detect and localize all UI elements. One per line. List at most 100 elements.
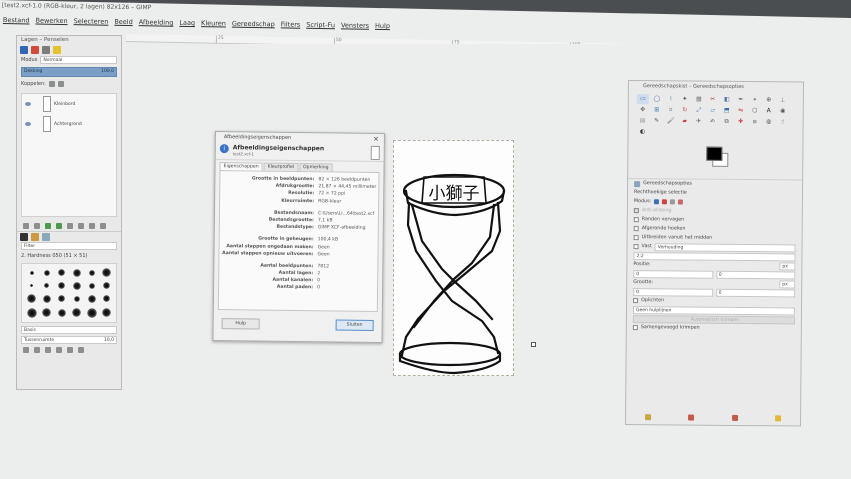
- blur-icon[interactable]: ◍: [763, 117, 775, 127]
- measure-icon[interactable]: ⟂: [777, 95, 789, 105]
- brush-preset-icon[interactable]: [58, 282, 65, 290]
- option-checkbox[interactable]: [633, 217, 639, 223]
- brush-preset-icon[interactable]: [42, 308, 51, 318]
- menu-filters[interactable]: Filters: [281, 20, 301, 32]
- free-select-icon[interactable]: ⌇: [665, 94, 677, 104]
- mode-add-icon[interactable]: [662, 199, 668, 205]
- size-w-input[interactable]: 0: [633, 287, 713, 297]
- brush-preset-icon[interactable]: [73, 295, 80, 302]
- scissors-icon[interactable]: ✂: [707, 95, 719, 105]
- brush-preset-icon[interactable]: [72, 281, 81, 290]
- ink-icon[interactable]: ✍: [707, 117, 719, 127]
- mode-replace-icon[interactable]: [654, 199, 660, 205]
- brush-preset-icon[interactable]: [72, 268, 81, 277]
- menu-laag[interactable]: Laag: [179, 19, 195, 31]
- shrink-merged-checkbox[interactable]: [632, 325, 638, 331]
- new-group-icon[interactable]: [34, 223, 40, 229]
- size-unit[interactable]: px: [779, 279, 796, 288]
- menu-bestand[interactable]: Bestand: [3, 16, 30, 28]
- close-button[interactable]: Sluiten: [335, 319, 374, 331]
- move-icon[interactable]: ✥: [637, 105, 649, 115]
- paths-icon[interactable]: ✒: [735, 95, 747, 105]
- brush-preset-icon[interactable]: [103, 295, 110, 303]
- mode-select[interactable]: Normaal: [40, 56, 117, 64]
- zoom-icon[interactable]: ⊕: [763, 95, 775, 105]
- channels-tab-icon[interactable]: [31, 46, 39, 54]
- duplicate-layer-icon[interactable]: [67, 223, 73, 229]
- layer-row[interactable]: Kleinbord: [22, 94, 116, 114]
- layer-row[interactable]: Achtergrond: [22, 114, 116, 134]
- brush-preset-icon[interactable]: [57, 308, 66, 317]
- menu-hulp[interactable]: Hulp: [375, 22, 390, 34]
- opacity-slider[interactable]: Dekking 100,0: [21, 67, 117, 77]
- brush-preset-icon[interactable]: [103, 282, 110, 290]
- rect-select-icon[interactable]: ▭: [636, 94, 649, 105]
- shear-icon[interactable]: ▱: [707, 106, 719, 116]
- option-checkbox[interactable]: [633, 208, 639, 214]
- foreground-select-icon[interactable]: ◧: [721, 95, 733, 105]
- menu-afbeelding[interactable]: Afbeelding: [139, 18, 174, 31]
- refresh-brushes-icon[interactable]: [67, 347, 73, 353]
- menu-selecteren[interactable]: Selecteren: [74, 17, 109, 30]
- smudge-icon[interactable]: ☝: [777, 117, 789, 127]
- patterns-tab-icon[interactable]: [31, 232, 39, 241]
- brush-preset-icon[interactable]: [29, 270, 34, 275]
- position-x-input[interactable]: 0: [633, 269, 713, 279]
- brush-preset-select[interactable]: Basis: [21, 326, 117, 334]
- menu-vensters[interactable]: Vensters: [341, 21, 369, 33]
- position-y-input[interactable]: 0: [715, 270, 796, 279]
- brush-preset-icon[interactable]: [27, 294, 36, 304]
- ellipse-select-icon[interactable]: ◯: [651, 94, 663, 104]
- tool-options-tab[interactable]: Gereedschapsopties: [643, 181, 692, 186]
- image-canvas[interactable]: 小獅子: [393, 140, 514, 376]
- mask-layer-icon[interactable]: [89, 223, 95, 229]
- brush-preset-icon[interactable]: [102, 268, 111, 278]
- text-icon[interactable]: A: [763, 106, 775, 116]
- perspective-clone-icon[interactable]: ⧈: [749, 117, 761, 127]
- highlight-checkbox[interactable]: [633, 298, 639, 304]
- align-icon[interactable]: ⊞: [651, 105, 663, 115]
- new-layer-icon[interactable]: [23, 223, 29, 229]
- flip-icon[interactable]: ⇋: [735, 106, 747, 116]
- brush-preset-icon[interactable]: [30, 284, 33, 288]
- option-checkbox[interactable]: [633, 235, 639, 241]
- menu-kleuren[interactable]: Kleuren: [201, 19, 226, 31]
- brush-filter-input[interactable]: Filter: [21, 242, 117, 250]
- fixed-checkbox[interactable]: [633, 244, 639, 250]
- dodge-burn-icon[interactable]: ◐: [637, 127, 649, 137]
- restore-options-icon[interactable]: [688, 414, 695, 421]
- autoshrink-button[interactable]: Automatisch krimpen: [632, 314, 795, 324]
- layers-tab-icon[interactable]: [20, 46, 28, 54]
- perspective-icon[interactable]: ⬒: [721, 106, 733, 116]
- tab-properties[interactable]: Eigenschappen: [219, 162, 263, 171]
- brush-preset-icon[interactable]: [44, 283, 49, 289]
- lock-pixels-icon[interactable]: [48, 81, 55, 87]
- color-select-icon[interactable]: ▦: [693, 95, 705, 105]
- position-unit[interactable]: px: [779, 261, 796, 270]
- brush-preset-icon[interactable]: [102, 308, 111, 318]
- mode-intersect-icon[interactable]: [678, 199, 684, 205]
- fonts-tab-icon[interactable]: [42, 232, 50, 241]
- brush-menu-icon[interactable]: [78, 347, 84, 353]
- size-h-input[interactable]: 0: [715, 288, 796, 297]
- brush-preset-icon[interactable]: [88, 269, 95, 276]
- brush-preset-icon[interactable]: [88, 282, 95, 289]
- mode-subtract-icon[interactable]: [670, 199, 676, 205]
- airbrush-icon[interactable]: ✈: [693, 117, 705, 127]
- paintbrush-icon[interactable]: 🖌: [665, 116, 677, 126]
- bucket-fill-icon[interactable]: ◉: [777, 106, 789, 116]
- rotate-icon[interactable]: ↻: [679, 105, 691, 115]
- menu-gereedschap[interactable]: Gereedschap: [232, 20, 275, 33]
- delete-layer-icon[interactable]: [100, 223, 106, 229]
- raise-layer-icon[interactable]: [45, 223, 51, 229]
- menu-script-fu[interactable]: Script-Fu: [306, 21, 335, 33]
- undo-tab-icon[interactable]: [53, 46, 61, 54]
- tab-comment[interactable]: Opmerking: [299, 163, 333, 172]
- paths-tab-icon[interactable]: [42, 46, 50, 54]
- scale-icon[interactable]: ⤢: [693, 106, 705, 116]
- tool-options-tab-icon[interactable]: [634, 180, 641, 187]
- edit-brush-icon[interactable]: [23, 347, 29, 353]
- clone-icon[interactable]: ⧉: [721, 117, 733, 127]
- brush-preset-icon[interactable]: [58, 295, 65, 303]
- heal-icon[interactable]: ✚: [735, 117, 747, 127]
